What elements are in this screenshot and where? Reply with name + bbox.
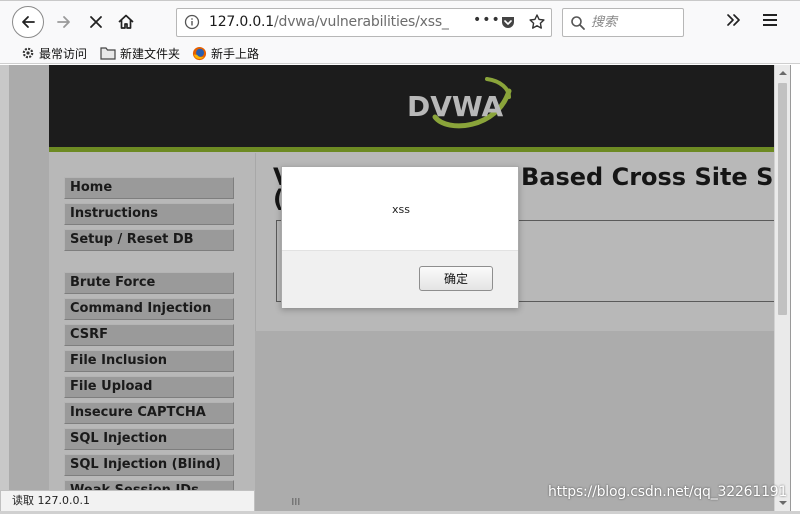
back-button[interactable] bbox=[12, 6, 44, 38]
alert-footer: 确定 bbox=[282, 250, 518, 308]
alert-dialog: xss 确定 bbox=[281, 166, 519, 308]
status-bar: 读取 127.0.0.1 bbox=[0, 490, 255, 512]
menu-item-insecure-captcha[interactable]: Insecure CAPTCHA bbox=[64, 402, 234, 424]
bookmark-most-visited[interactable]: 最常访问 bbox=[21, 43, 87, 63]
search-icon bbox=[570, 15, 586, 35]
bookmarks-bar: 最常访问 新建文件夹 新手上路 bbox=[0, 42, 800, 64]
window-right-gutter bbox=[790, 65, 800, 511]
stop-button[interactable] bbox=[80, 6, 112, 38]
home-button[interactable] bbox=[110, 6, 142, 38]
bookmark-label: 新建文件夹 bbox=[120, 46, 181, 61]
gear-icon bbox=[22, 47, 34, 59]
page-actions-icon[interactable]: ••• bbox=[473, 12, 501, 28]
folder-icon bbox=[100, 47, 116, 60]
dvwa-logo: DVWA bbox=[407, 77, 512, 129]
url-text[interactable]: 127.0.0.1/dvwa/vulnerabilities/xss_ bbox=[209, 14, 449, 30]
url-path: /dvwa/vulnerabilities/xss_ bbox=[274, 14, 449, 30]
menu-item-file-upload[interactable]: File Upload bbox=[64, 376, 234, 398]
dvwa-logo-text: DVWA bbox=[407, 90, 504, 123]
search-input[interactable] bbox=[591, 13, 679, 32]
search-bar[interactable] bbox=[562, 8, 684, 37]
pocket-icon[interactable] bbox=[499, 13, 517, 35]
home-icon bbox=[118, 14, 134, 29]
horizontal-scroll-grip-icon[interactable] bbox=[292, 498, 302, 505]
page-title-end: Based Cross Site Scr bbox=[521, 163, 774, 191]
watermark: https://blog.csdn.net/qq_32261191 bbox=[548, 484, 788, 500]
info-icon[interactable] bbox=[184, 14, 200, 34]
forward-arrow-icon bbox=[57, 16, 70, 28]
bookmark-label: 最常访问 bbox=[39, 46, 88, 61]
menu-item-brute-force[interactable]: Brute Force bbox=[64, 272, 234, 294]
back-arrow-icon bbox=[22, 16, 35, 28]
scroll-up-arrow-icon[interactable] bbox=[778, 68, 788, 78]
page-left-edge bbox=[0, 65, 9, 511]
bookmark-new-folder[interactable]: 新建文件夹 bbox=[100, 43, 180, 63]
firefox-icon bbox=[192, 46, 207, 60]
url-bar[interactable]: 127.0.0.1/dvwa/vulnerabilities/xss_ ••• bbox=[176, 8, 552, 37]
menu-item-file-inclusion[interactable]: File Inclusion bbox=[64, 350, 234, 372]
menu-item-home[interactable]: Home bbox=[64, 177, 234, 199]
alert-message: xss bbox=[392, 203, 410, 216]
browser-toolbar: 127.0.0.1/dvwa/vulnerabilities/xss_ ••• bbox=[0, 0, 800, 42]
alert-ok-button[interactable]: 确定 bbox=[419, 266, 493, 291]
menu-item-sql-injection[interactable]: SQL Injection bbox=[64, 428, 234, 450]
forward-button[interactable] bbox=[48, 6, 80, 38]
vertical-scrollbar[interactable] bbox=[774, 65, 790, 511]
bookmark-getting-started[interactable]: 新手上路 bbox=[192, 43, 259, 63]
menu-item-sql-injection-blind[interactable]: SQL Injection (Blind) bbox=[64, 454, 234, 476]
hamburger-menu-icon[interactable] bbox=[762, 12, 778, 32]
url-host: 127.0.0.1 bbox=[209, 14, 274, 30]
menu-item-csrf[interactable]: CSRF bbox=[64, 324, 234, 346]
menu-item-instructions[interactable]: Instructions bbox=[64, 203, 234, 225]
overflow-chevron-icon[interactable] bbox=[724, 11, 742, 33]
menu-item-setup[interactable]: Setup / Reset DB bbox=[64, 229, 234, 251]
vertical-scrollbar-thumb[interactable] bbox=[778, 83, 787, 315]
bookmark-star-icon[interactable] bbox=[528, 13, 546, 35]
menu-item-command-injection[interactable]: Command Injection bbox=[64, 298, 234, 320]
close-icon bbox=[90, 16, 102, 28]
bookmark-label: 新手上路 bbox=[211, 46, 260, 61]
